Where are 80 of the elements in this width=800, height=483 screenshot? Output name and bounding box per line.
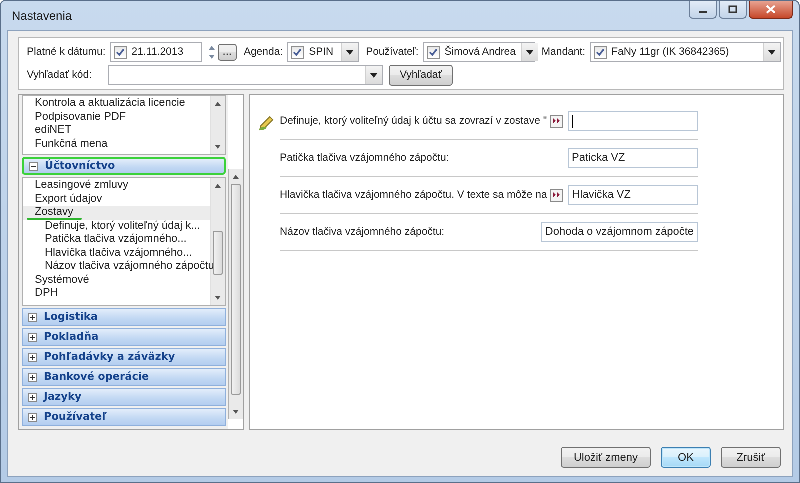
dropdown-button[interactable] (364, 66, 382, 84)
expand-icon[interactable] (28, 312, 37, 322)
check-icon (594, 46, 606, 58)
check-icon (114, 46, 126, 58)
double-arrow-icon (552, 117, 562, 125)
field-label: Používateľ: (366, 46, 419, 58)
section-title: Pohľadávky a záväzky (44, 351, 176, 363)
dropdown-button[interactable] (521, 43, 538, 61)
window-title: Nastavenia (12, 8, 72, 22)
dropdown-field[interactable]: Šimová Andrea (422, 42, 535, 62)
text-field[interactable]: Hlavička VZ (568, 185, 698, 205)
close-button[interactable] (749, 1, 793, 19)
checkbox[interactable] (114, 46, 127, 58)
section-title: Logistika (44, 311, 98, 323)
section-title: Jazyky (44, 391, 82, 403)
save-button[interactable]: Uložiť zmeny (560, 447, 651, 468)
expand-button[interactable] (550, 114, 564, 128)
check-icon (292, 46, 304, 58)
tree-item[interactable]: Podpisovanie PDF (23, 110, 210, 124)
dropdown-field[interactable]: FaNy 11gr (IK 36842365) (590, 42, 781, 62)
checkbox[interactable] (594, 46, 607, 58)
field-label: Mandant: (542, 46, 586, 58)
double-arrow-icon (552, 191, 562, 199)
checkbox[interactable] (426, 46, 440, 58)
section-header[interactable]: Účtovníctvo (22, 157, 226, 175)
dropdown-button[interactable] (763, 43, 780, 61)
section-header[interactable]: Jazyky (22, 388, 226, 406)
tree-item[interactable]: Export údajov (23, 192, 210, 206)
cancel-button[interactable]: Zrušiť (721, 447, 781, 468)
section-header[interactable]: Pokladňa (22, 328, 226, 346)
field-label: Vyhľadať kód: (27, 69, 92, 81)
collapse-icon[interactable] (29, 162, 38, 170)
text-field[interactable]: Paticka VZ (568, 148, 698, 168)
search-field[interactable] (108, 65, 383, 85)
section-header[interactable]: Logistika (22, 308, 226, 326)
underline-mark (27, 218, 82, 220)
text-field[interactable] (568, 111, 698, 131)
setting-label: Hlavička tlačiva vzájomného zápočtu. V texte sa môže na (280, 189, 548, 201)
tree-item[interactable]: ediNET (23, 124, 210, 138)
section-header[interactable]: Pohľadávky a záväzky (22, 348, 226, 366)
section-title: Účtovníctvo (45, 160, 116, 172)
section-title: Používateľ (44, 411, 108, 423)
tree-item[interactable]: Funkčná mena (23, 138, 210, 151)
maximize-icon (728, 5, 738, 14)
tree-item[interactable]: Definuje, ktorý voliteľný údaj k... (23, 220, 210, 233)
tree-item[interactable]: Hlavička tlačiva vzájomného... (23, 246, 210, 260)
field-label: Agenda: (244, 46, 284, 58)
expand-icon[interactable] (28, 352, 37, 362)
ellipsis-button[interactable]: ... (218, 44, 237, 60)
expand-icon[interactable] (28, 412, 37, 422)
ok-button[interactable]: OK (661, 447, 711, 468)
dropdown-field[interactable]: SPIN (287, 42, 360, 62)
field-label: Platné k dátumu: (27, 46, 106, 58)
tree-item[interactable]: Systémové (23, 274, 210, 287)
expand-icon[interactable] (28, 372, 37, 382)
maximize-button[interactable] (719, 1, 747, 19)
dropdown-button[interactable] (341, 43, 358, 61)
expand-button[interactable] (550, 188, 564, 202)
expand-icon[interactable] (28, 332, 37, 342)
section-header[interactable]: Používateľ (22, 408, 226, 426)
minimize-button[interactable] (689, 1, 717, 19)
date-field[interactable]: 21.11.2013 (110, 42, 202, 62)
scrollbar[interactable] (228, 169, 243, 419)
section-header[interactable]: Bankové operácie (22, 368, 226, 386)
setting-label: Patička tlačiva vzájomného zápočtu: (280, 152, 450, 164)
expand-icon[interactable] (28, 392, 37, 402)
tree-item[interactable]: Kontrola a aktualizácia licencie (23, 97, 210, 110)
tree-item[interactable]: Zostavy (23, 206, 210, 220)
tree-item[interactable]: Leasingové zmluvy (23, 179, 210, 192)
text-field[interactable]: Dohoda o vzájomnom zápočte (541, 222, 698, 242)
section-title: Bankové operácie (44, 371, 150, 383)
setting-label: Názov tlačiva vzájomného zápočtu: (280, 226, 445, 238)
close-icon (766, 5, 776, 14)
checkbox[interactable] (291, 46, 304, 58)
search-button[interactable]: Vyhľadať (388, 64, 454, 86)
check-icon (428, 46, 439, 58)
section-title: Pokladňa (44, 331, 99, 343)
setting-label: Definuje, ktorý voliteľný údaj k účtu sa zovrazí v zostave " (280, 115, 548, 127)
tree-item[interactable]: Patička tlačiva vzájomného... (23, 233, 210, 246)
tree-item[interactable]: DPH (23, 287, 210, 300)
